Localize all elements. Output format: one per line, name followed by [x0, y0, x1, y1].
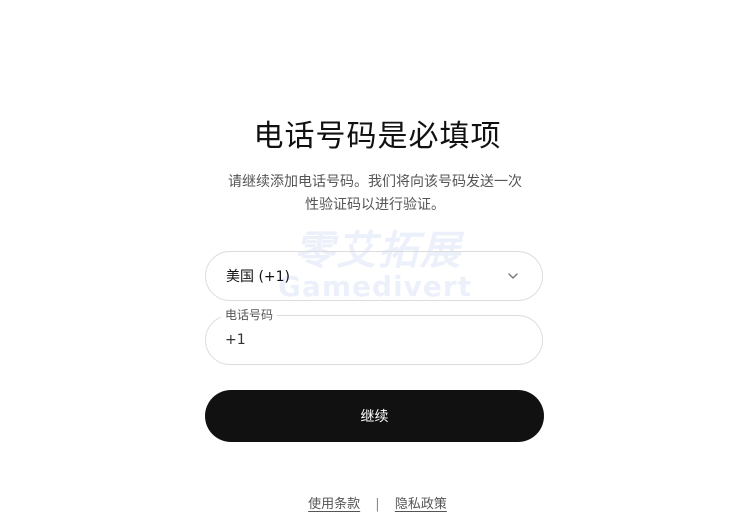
chevron-down-icon [508, 273, 518, 279]
subtitle-line-1: 请继续添加电话号码。我们将向该号码发送一次 [228, 174, 522, 190]
footer-links: 使用条款 | 隐私政策 [0, 493, 755, 512]
phone-input[interactable] [225, 327, 515, 353]
page-subtitle: 请继续添加电话号码。我们将向该号码发送一次 性验证码以进行验证。 [200, 171, 550, 217]
country-select-value: 美国 (+1) [226, 269, 291, 285]
country-select[interactable]: 美国 (+1) [205, 251, 543, 301]
page-title: 电话号码是必填项 [253, 119, 502, 154]
phone-field: 电话号码 [205, 307, 543, 365]
footer-separator: | [375, 497, 380, 512]
continue-button[interactable]: 继续 [205, 390, 544, 442]
subtitle-line-2: 性验证码以进行验证。 [305, 197, 445, 213]
phone-field-label: 电话号码 [221, 307, 278, 323]
terms-of-use-link[interactable]: 使用条款 [308, 497, 360, 512]
privacy-policy-link[interactable]: 隐私政策 [395, 497, 447, 512]
